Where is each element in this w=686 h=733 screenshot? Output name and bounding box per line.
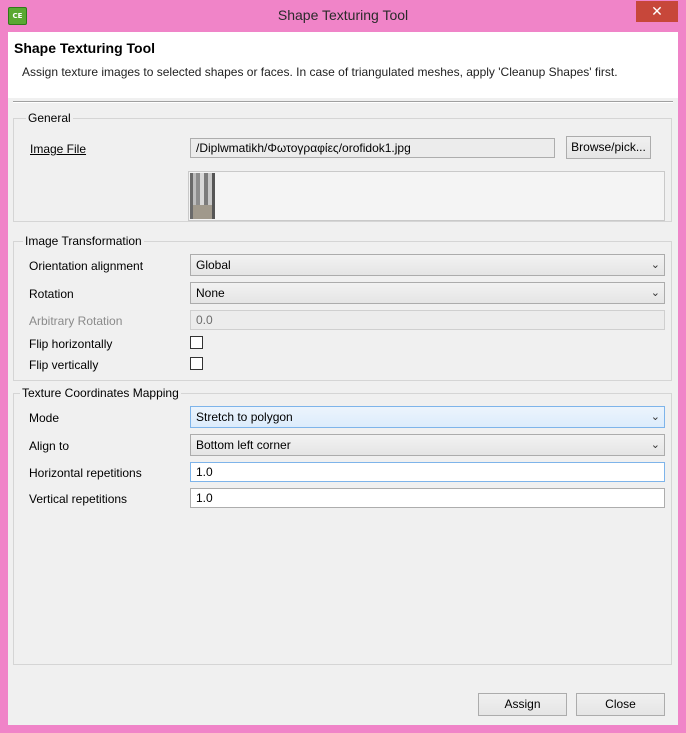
arbitrary-rotation-field: 0.0 <box>190 310 665 330</box>
rotation-value: None <box>196 286 225 300</box>
image-file-field[interactable]: /Diplwmatikh/Φωτογραφίες/orofidok1.jpg <box>190 138 555 158</box>
window-close-button[interactable]: ✕ <box>636 1 678 22</box>
flip-vertically-label: Flip vertically <box>29 358 99 372</box>
horizontal-repetitions-label: Horizontal repetitions <box>29 466 142 480</box>
texture-thumbnail <box>190 173 215 219</box>
mode-label: Mode <box>29 411 60 425</box>
align-to-dropdown[interactable]: Bottom left corner ⌄ <box>190 434 665 456</box>
general-group-label: General <box>26 111 73 125</box>
assign-button[interactable]: Assign <box>478 693 567 716</box>
chevron-down-icon: ⌄ <box>650 411 660 423</box>
vertical-repetitions-field[interactable]: 1.0 <box>190 488 665 508</box>
chevron-down-icon: ⌄ <box>650 439 660 451</box>
flip-horizontally-label: Flip horizontally <box>29 337 113 351</box>
mode-value: Stretch to polygon <box>196 410 293 424</box>
flip-vertically-checkbox[interactable] <box>190 357 203 370</box>
chevron-down-icon: ⌄ <box>650 259 660 271</box>
rotation-label: Rotation <box>29 287 74 301</box>
dialog-client: Shape Texturing Tool Assign texture imag… <box>8 32 678 725</box>
image-file-link[interactable]: Image File <box>30 142 86 156</box>
dialog-title: Shape Texturing Tool <box>14 40 156 56</box>
chevron-down-icon: ⌄ <box>650 287 660 299</box>
mode-dropdown[interactable]: Stretch to polygon ⌄ <box>190 406 665 428</box>
horizontal-repetitions-field[interactable]: 1.0 <box>190 462 665 482</box>
orientation-label: Orientation alignment <box>29 259 144 273</box>
align-to-value: Bottom left corner <box>196 438 291 452</box>
rotation-dropdown[interactable]: None ⌄ <box>190 282 665 304</box>
header-banner: Shape Texturing Tool Assign texture imag… <box>8 32 678 98</box>
flip-horizontally-checkbox[interactable] <box>190 336 203 349</box>
window-titlebar: CE Shape Texturing Tool ✕ <box>0 0 686 32</box>
orientation-value: Global <box>196 258 231 272</box>
vertical-repetitions-label: Vertical repetitions <box>29 492 128 506</box>
image-transformation-group-label: Image Transformation <box>23 234 144 248</box>
browse-button[interactable]: Browse/pick... <box>566 136 651 159</box>
window-title: Shape Texturing Tool <box>277 7 409 23</box>
arbitrary-rotation-label: Arbitrary Rotation <box>29 314 123 328</box>
dialog-description: Assign texture images to selected shapes… <box>22 65 618 79</box>
header-separator <box>13 101 673 103</box>
image-preview-area <box>188 171 665 221</box>
orientation-dropdown[interactable]: Global ⌄ <box>190 254 665 276</box>
align-to-label: Align to <box>29 439 70 453</box>
texture-mapping-group-label: Texture Coordinates Mapping <box>20 386 181 400</box>
close-button[interactable]: Close <box>576 693 665 716</box>
